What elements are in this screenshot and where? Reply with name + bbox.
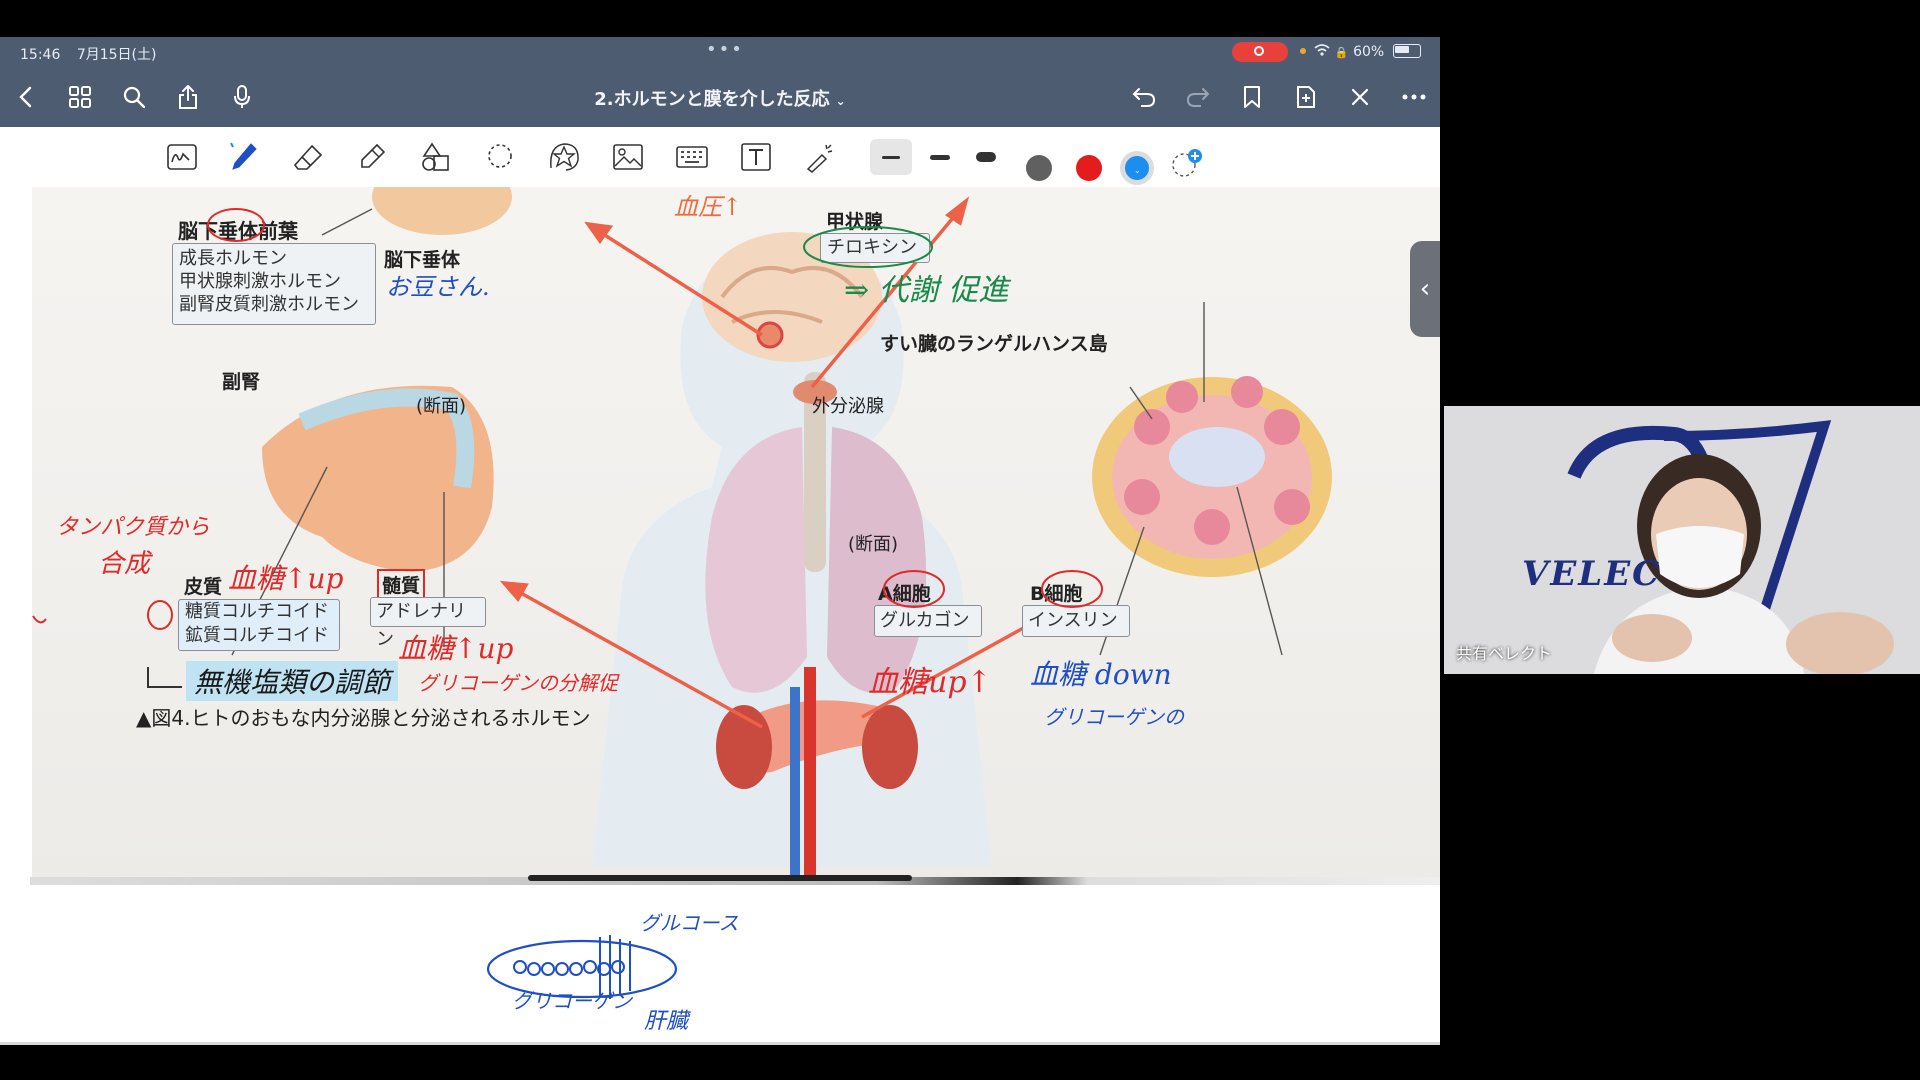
hormone-growth: 成長ホルモン (179, 248, 287, 269)
lasso-tool-icon[interactable] (482, 139, 518, 175)
image-tool-icon[interactable] (610, 139, 646, 175)
wifi-icon (1314, 44, 1334, 60)
label-adrenal: 副腎 (222, 371, 261, 393)
textbook-photo: 脳下垂体前葉 成長ホルモン 甲状腺刺激ホルモン 副腎皮質刺激ホルモン 脳下垂体 … (32, 187, 1440, 877)
side-panel-handle[interactable]: ‹ (1410, 241, 1440, 337)
webcam-logo-text: VELEC (1522, 554, 1662, 594)
add-page-icon[interactable] (1290, 81, 1322, 113)
laser-pointer-icon[interactable] (802, 139, 838, 175)
label-medulla: 髄質 (377, 569, 426, 600)
insulin-box: インスリン (1022, 605, 1130, 637)
shape-tool-icon[interactable] (418, 139, 454, 175)
webcam-participant-name: 共有ベレクト (1456, 644, 1553, 663)
annotation-liver: 肝臓 (644, 1009, 689, 1034)
chevron-left-icon: ‹ (1419, 274, 1431, 304)
nav-bar: 2.ホルモンと膜を介した反応 ⌄ (0, 67, 1440, 127)
battery-percent: 60% (1353, 44, 1385, 60)
eraser-tool-icon[interactable] (290, 139, 326, 175)
label-pancreas-islet: すい臓のランゲルハンス島 (880, 333, 1108, 355)
status-date: 7月15日(土) (76, 47, 157, 63)
thyroid-hormone-box: チロキシン (820, 233, 930, 263)
webcam-feed: VELEC 共有ベレクト (1444, 406, 1920, 674)
lock-icon: 🔒 (1334, 46, 1349, 59)
annotation-sugar-up-1: 血糖↑up (228, 562, 344, 595)
bookmark-icon[interactable] (1236, 81, 1268, 113)
annotation-glucose: グルコース (640, 911, 739, 935)
pen-tool-icon[interactable] (226, 139, 262, 175)
annotation-pea: お豆さん. (386, 273, 490, 301)
mic-indicator-icon (1300, 48, 1306, 54)
label-b-cell: B細胞 (1030, 583, 1083, 605)
keyboard-tool-icon[interactable] (674, 139, 710, 175)
color-red-swatch[interactable] (1076, 155, 1102, 181)
status-right: 🔒 60% (1300, 44, 1421, 60)
label-exocrine: 外分泌腺 (812, 396, 884, 417)
status-bar: 15:46 7月15日(土) ••• 🔒 60% (0, 37, 1440, 67)
annotation-glycogen-break: グリコーゲンの分解促 (418, 671, 618, 695)
bottom-divider (0, 1042, 1440, 1045)
stroke-thick-icon[interactable] (968, 139, 1004, 175)
redo-icon[interactable] (1182, 81, 1214, 113)
battery-icon (1392, 44, 1421, 58)
label-cortex: 皮質 (184, 576, 223, 598)
annotation-sugar-up-3: 血糖up↑ (868, 665, 992, 700)
annotation-glycogen-right: グリコーゲンの (1044, 705, 1184, 729)
hormone-mineralocorticoid: 鉱質コルチコイド (185, 625, 329, 646)
document-title[interactable]: 2.ホルモンと膜を介した反応 ⌄ (0, 85, 1440, 111)
handwriting-convert-icon[interactable] (164, 139, 200, 175)
screen-record-icon[interactable] (1232, 42, 1288, 62)
annotation-sugar-down: 血糖 down (1030, 658, 1172, 691)
label-a-cell: A細胞 (878, 583, 931, 605)
cortex-hormones-box: 糖質コルチコイド 鉱質コルチコイド (178, 599, 340, 651)
color-gray-swatch[interactable] (1026, 155, 1052, 181)
hormone-tsh: 甲状腺刺激ホルモン (179, 271, 341, 292)
note-page[interactable]: 脳下垂体前葉 成長ホルモン 甲状腺刺激ホルモン 副腎皮質刺激ホルモン 脳下垂体 … (0, 187, 1440, 1042)
status-time: 15:46 (20, 47, 61, 63)
pituitary-hormones-box: 成長ホルモン 甲状腺刺激ホルモン 副腎皮質刺激ホルモン (172, 243, 376, 325)
annotation-bp-up: 血圧↑ (674, 193, 743, 221)
label-pituitary-anterior: 脳下垂体前葉 (178, 219, 298, 243)
add-color-icon[interactable] (1172, 149, 1202, 181)
text-tool-icon[interactable] (738, 139, 774, 175)
undo-icon[interactable] (1128, 81, 1160, 113)
drawing-toolbar: ⌄ (0, 127, 1440, 188)
figure-caption: ▲図4.ヒトのおもな内分泌腺と分泌されるホルモン (136, 706, 591, 730)
color-blue-swatch[interactable]: ⌄ (1120, 151, 1154, 185)
hormone-glucocorticoid: 糖質コルチコイド (185, 601, 329, 622)
webcam-person-image (1444, 406, 1920, 674)
label-thyroid: 甲状腺 (826, 211, 884, 233)
hormone-acth: 副腎皮質刺激ホルモン (179, 294, 359, 315)
annotation-metabolism: ⇒ 代謝 促進 (844, 273, 1009, 308)
stroke-thin-icon[interactable] (870, 139, 912, 175)
annotation-sugar-up-2: 血糖↑up (398, 632, 514, 665)
annotation-mineral: 無機塩類の調節 (186, 661, 399, 701)
glucagon-box: グルカゴン (874, 605, 982, 637)
annotation-glycogen-bottom: グリコーゲン (512, 989, 632, 1013)
medulla-hormone-box: アドレナリン (370, 597, 486, 650)
stroke-medium-icon[interactable] (922, 139, 958, 175)
annotation-synthesis: 合成 (98, 549, 151, 579)
home-indicator[interactable] (528, 875, 912, 881)
multitask-dots-icon[interactable]: ••• (706, 39, 744, 60)
label-cross-section-adrenal: (断面) (416, 396, 467, 417)
more-icon[interactable] (1398, 81, 1430, 113)
close-icon[interactable] (1344, 81, 1376, 113)
chevron-down-icon: ⌄ (835, 94, 846, 108)
sticker-tool-icon[interactable] (546, 139, 582, 175)
ipad-screen: 15:46 7月15日(土) ••• 🔒 60% 2.ホルモンと膜を介した反応 … (0, 37, 1440, 1042)
label-cross-section-islet: (断面) (848, 534, 899, 555)
highlighter-tool-icon[interactable] (354, 139, 390, 175)
annotation-protein: タンパク質から (56, 515, 211, 540)
